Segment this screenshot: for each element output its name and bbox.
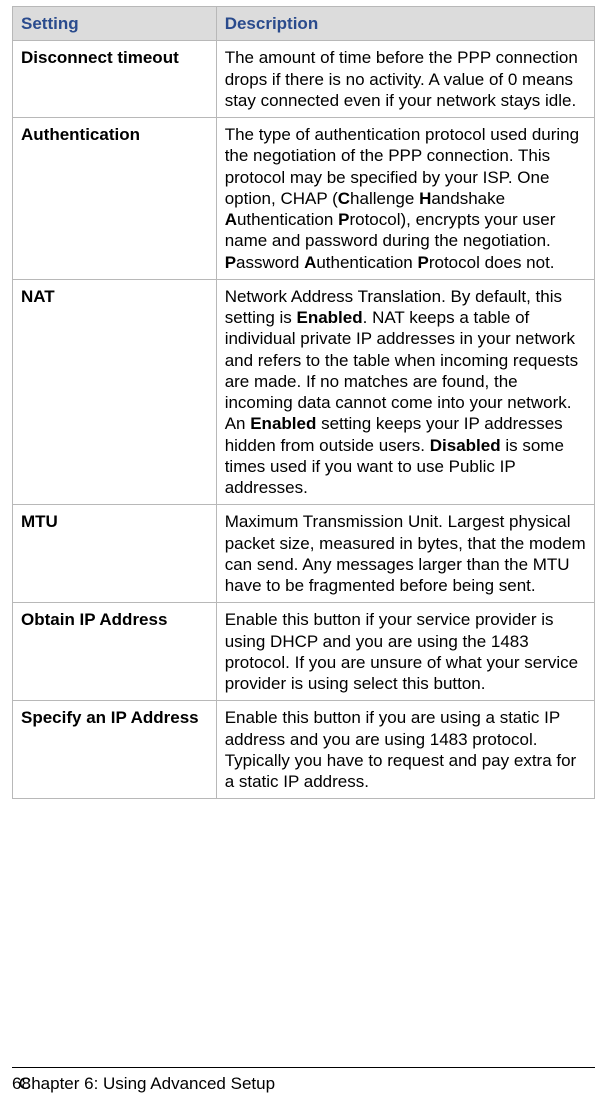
setting-description: Enable this button if you are using a st…	[216, 701, 594, 799]
page-footer: 68 Chapter 6: Using Advanced Setup	[12, 1067, 595, 1094]
table-row: MTU Maximum Transmission Unit. Largest p…	[13, 505, 595, 603]
setting-label: NAT	[13, 279, 217, 505]
table-row: Obtain IP Address Enable this button if …	[13, 603, 595, 701]
table-row: Authentication The type of authenticatio…	[13, 118, 595, 280]
table-header-row: Setting Description	[13, 7, 595, 41]
table-row: NAT Network Address Translation. By defa…	[13, 279, 595, 505]
setting-description: The type of authentication protocol used…	[216, 118, 594, 280]
setting-label: MTU	[13, 505, 217, 603]
setting-label: Authentication	[13, 118, 217, 280]
setting-description: Network Address Translation. By default,…	[216, 279, 594, 505]
chapter-label: Chapter 6: Using Advanced Setup	[19, 1074, 275, 1094]
setting-label: Specify an IP Address	[13, 701, 217, 799]
setting-description: The amount of time before the PPP connec…	[216, 41, 594, 118]
setting-label: Disconnect timeout	[13, 41, 217, 118]
col-header-description: Description	[216, 7, 594, 41]
col-header-setting: Setting	[13, 7, 217, 41]
setting-label: Obtain IP Address	[13, 603, 217, 701]
setting-description: Maximum Transmission Unit. Largest physi…	[216, 505, 594, 603]
settings-table: Setting Description Disconnect timeout T…	[12, 6, 595, 799]
setting-description: Enable this button if your service provi…	[216, 603, 594, 701]
table-row: Disconnect timeout The amount of time be…	[13, 41, 595, 118]
table-row: Specify an IP Address Enable this button…	[13, 701, 595, 799]
